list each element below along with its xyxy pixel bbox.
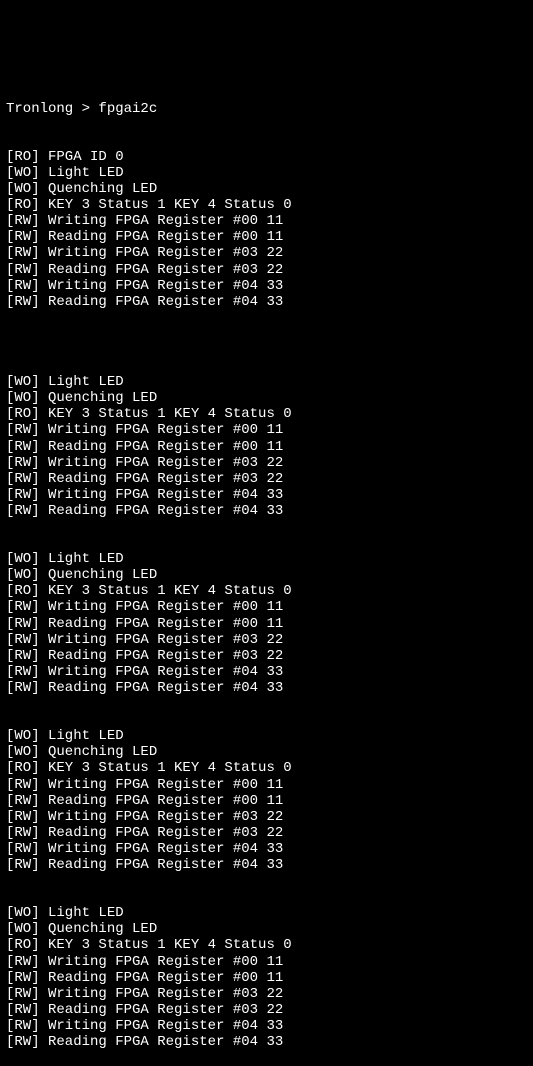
- log-line: [RW] Writing FPGA Register #00 11: [6, 422, 527, 438]
- log-line: [WO] Quenching LED: [6, 744, 527, 760]
- log-line: [WO] Light LED: [6, 728, 527, 744]
- log-line: [WO] Light LED: [6, 905, 527, 921]
- log-line: [RW] Writing FPGA Register #03 22: [6, 245, 527, 261]
- log-line: [RW] Reading FPGA Register #03 22: [6, 471, 527, 487]
- log-line: [WO] Light LED: [6, 374, 527, 390]
- log-line: [RW] Writing FPGA Register #00 11: [6, 954, 527, 970]
- log-line: [RW] Writing FPGA Register #03 22: [6, 986, 527, 1002]
- log-line: [RW] Reading FPGA Register #04 33: [6, 680, 527, 696]
- log-line: [RW] Reading FPGA Register #03 22: [6, 825, 527, 841]
- log-line: [RW] Writing FPGA Register #03 22: [6, 809, 527, 825]
- repeat-blocks: [WO] Light LED[WO] Quenching LED[RO] KEY…: [6, 342, 527, 1050]
- log-line: [RW] Reading FPGA Register #00 11: [6, 439, 527, 455]
- log-line: [RW] Reading FPGA Register #04 33: [6, 294, 527, 310]
- blank-line: [6, 358, 527, 374]
- log-line: [RW] Reading FPGA Register #04 33: [6, 1034, 527, 1050]
- log-line: [WO] Quenching LED: [6, 390, 527, 406]
- blank-line: [6, 889, 527, 905]
- log-line: [WO] Quenching LED: [6, 921, 527, 937]
- log-line: [RO] FPGA ID 0: [6, 149, 527, 165]
- log-line: [RW] Reading FPGA Register #00 11: [6, 229, 527, 245]
- log-line: [RW] Writing FPGA Register #04 33: [6, 1018, 527, 1034]
- log-line: [RO] KEY 3 Status 1 KEY 4 Status 0: [6, 937, 527, 953]
- header-block: [RO] FPGA ID 0[WO] Light LED[WO] Quenchi…: [6, 149, 527, 310]
- log-line: [RW] Reading FPGA Register #03 22: [6, 262, 527, 278]
- log-line: [RW] Reading FPGA Register #00 11: [6, 970, 527, 986]
- blank-line: [6, 342, 527, 358]
- blank-line: [6, 696, 527, 712]
- log-line: [RW] Writing FPGA Register #04 33: [6, 841, 527, 857]
- log-line: [RW] Writing FPGA Register #03 22: [6, 632, 527, 648]
- log-line: [WO] Light LED: [6, 165, 527, 181]
- log-line: [RW] Reading FPGA Register #03 22: [6, 1002, 527, 1018]
- log-line: [WO] Quenching LED: [6, 567, 527, 583]
- blank-line: [6, 873, 527, 889]
- log-line: [RW] Writing FPGA Register #00 11: [6, 599, 527, 615]
- log-line: [RW] Reading FPGA Register #00 11: [6, 616, 527, 632]
- log-line: [RW] Writing FPGA Register #04 33: [6, 487, 527, 503]
- log-line: [RW] Writing FPGA Register #04 33: [6, 664, 527, 680]
- log-line: [RW] Writing FPGA Register #00 11: [6, 213, 527, 229]
- log-line: [RW] Reading FPGA Register #00 11: [6, 793, 527, 809]
- log-line: [RO] KEY 3 Status 1 KEY 4 Status 0: [6, 760, 527, 776]
- blank-line: [6, 535, 527, 551]
- log-line: [RW] Reading FPGA Register #04 33: [6, 503, 527, 519]
- log-line: [RO] KEY 3 Status 1 KEY 4 Status 0: [6, 197, 527, 213]
- prompt-line: Tronlong > fpgai2c: [6, 101, 527, 117]
- log-line: [WO] Quenching LED: [6, 181, 527, 197]
- log-line: [RW] Writing FPGA Register #04 33: [6, 278, 527, 294]
- log-line: [RO] KEY 3 Status 1 KEY 4 Status 0: [6, 406, 527, 422]
- blank-line: [6, 712, 527, 728]
- terminal-output: Tronlong > fpgai2c [RO] FPGA ID 0[WO] Li…: [6, 68, 527, 795]
- log-line: [RW] Reading FPGA Register #03 22: [6, 648, 527, 664]
- blank-line: [6, 519, 527, 535]
- log-line: [WO] Light LED: [6, 551, 527, 567]
- log-line: [RO] KEY 3 Status 1 KEY 4 Status 0: [6, 583, 527, 599]
- log-line: [RW] Reading FPGA Register #04 33: [6, 857, 527, 873]
- log-line: [RW] Writing FPGA Register #03 22: [6, 455, 527, 471]
- log-line: [RW] Writing FPGA Register #00 11: [6, 777, 527, 793]
